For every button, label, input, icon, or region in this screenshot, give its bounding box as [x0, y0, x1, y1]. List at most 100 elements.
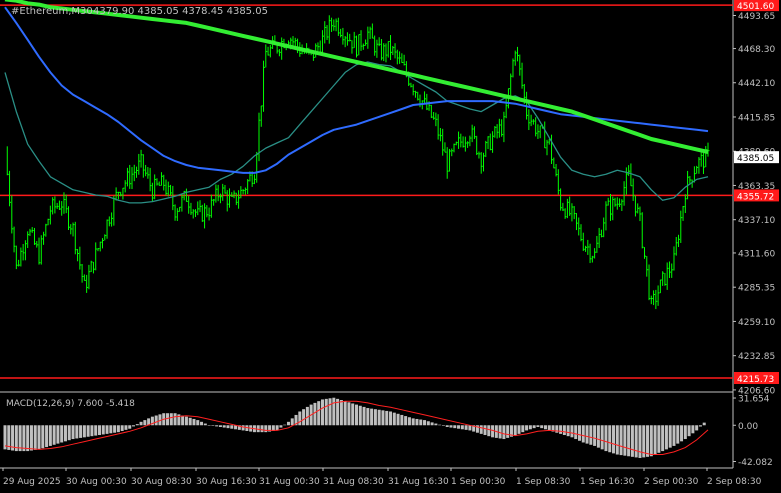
macd-bar — [135, 424, 139, 426]
macd-bar — [218, 425, 222, 427]
macd-bar — [143, 420, 147, 426]
macd-bar — [230, 425, 234, 429]
macd-bar — [90, 425, 94, 437]
macd-bar — [207, 425, 211, 426]
macd-bar — [676, 425, 680, 444]
macd-bar — [415, 418, 419, 426]
macd-bar — [381, 410, 385, 426]
macd-bar — [695, 425, 699, 431]
macd-bar — [226, 425, 230, 429]
macd-bar — [460, 425, 464, 430]
macd-bar — [113, 425, 117, 433]
price-tick-label: 4285.35 — [738, 284, 775, 294]
macd-bar — [192, 418, 196, 426]
macd-bar — [646, 425, 650, 457]
price-tick-label: 4232.85 — [738, 352, 775, 362]
macd-bar — [612, 425, 616, 454]
macd-bar — [615, 425, 619, 455]
macd-bar — [585, 425, 589, 444]
price-tick-label: 4442.10 — [738, 79, 775, 89]
macd-bar — [29, 425, 33, 451]
macd-bar — [154, 415, 158, 426]
macd-bar — [373, 409, 377, 426]
price-tick-label: 4415.85 — [738, 113, 775, 123]
macd-bar — [407, 417, 411, 426]
symbol-label: #Ethereum,M30 — [11, 6, 93, 17]
macd-bar — [559, 425, 563, 434]
macd-bar — [536, 425, 540, 427]
macd-bar — [351, 403, 355, 426]
price-tick-label: 4363.35 — [738, 182, 775, 192]
macd-bar — [634, 425, 638, 458]
macd-bar — [683, 425, 687, 440]
price-tick-label: 4337.10 — [738, 216, 775, 226]
time-tick-label: 30 Aug 08:30 — [131, 477, 192, 487]
macd-bar — [419, 419, 423, 426]
macd-bar — [211, 425, 215, 426]
macd-bar — [589, 425, 593, 445]
macd-bar — [196, 420, 200, 426]
macd-bar — [358, 405, 362, 426]
macd-bar — [86, 425, 90, 437]
price-tick-label: 4259.10 — [738, 318, 775, 328]
macd-bar — [562, 425, 566, 436]
macd-bar — [283, 424, 287, 426]
macd-bar — [97, 425, 101, 436]
macd-bar — [132, 425, 136, 427]
macd-bar — [116, 425, 120, 433]
macd-bar — [222, 425, 226, 428]
chart-svg: 4501.60 4355.72 4215.73 4493.65 4468.30 4442… — [0, 0, 781, 489]
macd-bar — [317, 401, 321, 426]
macd-bar — [389, 411, 393, 426]
time-tick-label: 2 Sep 00:30 — [644, 477, 699, 487]
time-tick-label: 31 Aug 08:30 — [323, 477, 384, 487]
macd-bar — [653, 425, 657, 455]
macd-bar — [33, 425, 37, 450]
macd-bar — [623, 425, 627, 456]
macd-bar — [241, 425, 245, 431]
macd-bar — [366, 408, 370, 426]
macd-bar — [604, 425, 608, 452]
macd-bar — [362, 406, 366, 426]
macd-bar — [101, 425, 105, 435]
macd-bar — [525, 425, 529, 431]
macd-tick-label: 31.654 — [738, 395, 770, 405]
macd-bar — [600, 425, 604, 450]
macd-bar — [400, 414, 404, 426]
macd-bar — [166, 413, 170, 426]
time-tick-label: 30 Aug 00:30 — [66, 477, 127, 487]
macd-bar — [181, 415, 185, 426]
macd-bar — [502, 425, 506, 440]
macd-bar — [702, 422, 706, 426]
macd-bar — [37, 425, 41, 450]
macd-bar — [343, 401, 347, 426]
macd-bar — [687, 425, 691, 437]
macd-bar — [581, 425, 585, 443]
macd-bar — [124, 425, 128, 430]
macd-bar — [430, 422, 434, 426]
macd-bar — [411, 418, 415, 426]
level-tag-label: 4501.60 — [737, 2, 774, 12]
time-tick-label: 1 Sep 08:30 — [516, 477, 571, 487]
macd-bar — [661, 425, 665, 452]
macd-bar — [139, 421, 143, 426]
macd-bar — [22, 425, 26, 452]
ohlc-readout: 4379.90 4385.05 4378.45 4385.05 — [93, 6, 268, 17]
macd-bar — [570, 425, 574, 438]
macd-bar — [630, 425, 634, 457]
macd-bar — [377, 409, 381, 426]
macd-bar — [487, 425, 491, 437]
macd-bar — [94, 425, 98, 436]
macd-bar — [657, 425, 661, 453]
macd-bar — [355, 404, 358, 426]
macd-bar — [67, 425, 71, 441]
macd-bar — [479, 425, 483, 434]
macd-bar — [574, 425, 578, 440]
macd-bar — [41, 425, 45, 449]
macd-bar — [392, 412, 396, 426]
macd-bar — [698, 425, 702, 427]
macd-bar — [79, 425, 83, 438]
macd-bar — [521, 425, 525, 433]
macd-bar — [60, 425, 64, 443]
macd-bar — [438, 424, 442, 426]
